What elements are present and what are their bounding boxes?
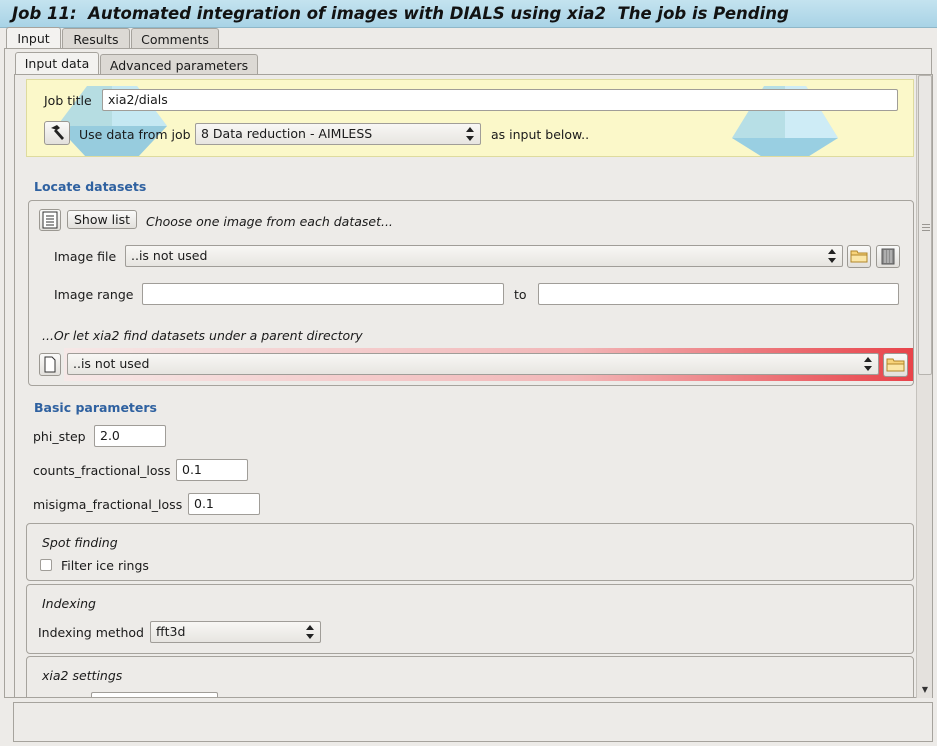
status-bar: [13, 702, 933, 742]
file-icon: [44, 356, 56, 373]
title-bar: Job 11: Automated integration of images …: [0, 0, 937, 28]
indexing-group: [26, 584, 914, 654]
phi-step-label: phi_step: [33, 429, 86, 444]
parent-directory-value: ..is not used: [73, 356, 150, 371]
database-button[interactable]: [876, 245, 900, 268]
indexing-title: Indexing: [42, 596, 96, 611]
to-label: to: [514, 287, 527, 302]
hammer-icon: [51, 125, 64, 140]
chevron-updown-icon: [466, 127, 474, 141]
image-range-label: Image range: [54, 287, 134, 302]
image-file-select[interactable]: ..is not used: [125, 245, 843, 267]
parent-directory-select[interactable]: ..is not used: [67, 353, 879, 375]
use-data-select[interactable]: 8 Data reduction - AIMLESS: [195, 123, 481, 145]
choose-image-hint: Choose one image from each dataset...: [146, 214, 393, 229]
xia2-settings-field[interactable]: [91, 692, 218, 697]
vertical-scrollbar[interactable]: ▲ ▼: [916, 75, 932, 698]
grip-line: [922, 230, 930, 231]
locate-datasets-title: Locate datasets: [34, 179, 147, 194]
grip-line: [922, 227, 930, 228]
indexing-method-value: fft3d: [156, 624, 186, 639]
file-button[interactable]: [39, 353, 61, 376]
list-toggle-button[interactable]: [39, 209, 61, 231]
tab-input[interactable]: Input: [6, 27, 61, 50]
show-list-button[interactable]: Show list: [67, 210, 137, 229]
chevron-updown-icon: [828, 249, 836, 263]
image-range-from-input[interactable]: [142, 283, 504, 305]
spot-finding-title: Spot finding: [42, 535, 118, 550]
counts-fractional-loss-input[interactable]: 0.1: [176, 459, 248, 481]
xia2-settings-group: [26, 656, 914, 697]
parent-directory-hint: ...Or let xia2 find datasets under a par…: [42, 328, 363, 343]
as-input-label: as input below..: [491, 127, 590, 142]
xia2-settings-clip: xia2 settings: [26, 656, 914, 697]
tab-input-data[interactable]: Input data: [15, 52, 99, 75]
folder-icon: [850, 250, 868, 263]
tab-results[interactable]: Results: [62, 28, 130, 50]
job-title-label: Job title: [44, 93, 92, 108]
use-data-value: 8 Data reduction - AIMLESS: [201, 126, 373, 141]
chevron-updown-icon: [306, 625, 314, 639]
hammer-button[interactable]: [44, 121, 70, 145]
misigma-fractional-loss-label: misigma_fractional_loss: [33, 497, 183, 512]
use-data-label: Use data from job: [79, 127, 191, 142]
scroll-down-icon[interactable]: ▼: [919, 684, 931, 696]
tab-comments[interactable]: Comments: [131, 28, 219, 50]
filter-ice-rings-label: Filter ice rings: [61, 558, 149, 573]
image-range-to-input[interactable]: [538, 283, 899, 305]
tab-advanced-parameters[interactable]: Advanced parameters: [100, 54, 258, 76]
image-file-label: Image file: [54, 249, 117, 264]
folder-icon: [886, 358, 905, 372]
counts-fractional-loss-label: counts_fractional_loss: [33, 463, 171, 478]
indexing-method-select[interactable]: fft3d: [150, 621, 321, 643]
image-file-value: ..is not used: [131, 248, 208, 263]
basic-parameters-title: Basic parameters: [34, 400, 157, 415]
scrollbar-thumb[interactable]: [918, 75, 932, 375]
list-icon: [42, 211, 58, 229]
database-icon: [881, 248, 895, 265]
job-title-input[interactable]: xia2/dials: [102, 89, 898, 111]
browse-image-file-button[interactable]: [847, 245, 871, 268]
phi-step-input[interactable]: 2.0: [94, 425, 166, 447]
chevron-updown-icon: [864, 357, 872, 371]
filter-ice-rings-checkbox[interactable]: [40, 559, 52, 571]
window-title: Job 11: Automated integration of images …: [12, 4, 789, 23]
grip-line: [922, 224, 930, 225]
xia2-settings-title: xia2 settings: [42, 668, 123, 683]
spot-finding-group: [26, 523, 914, 581]
indexing-method-label: Indexing method: [38, 625, 144, 640]
browse-parent-directory-button[interactable]: [883, 353, 908, 377]
misigma-fractional-loss-input[interactable]: 0.1: [188, 493, 260, 515]
